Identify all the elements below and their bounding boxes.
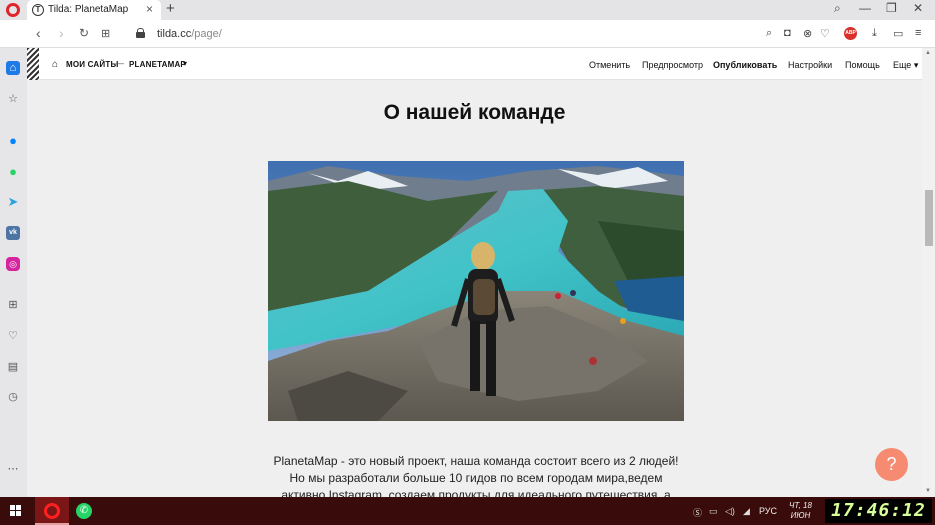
help-link[interactable]: Помощь (845, 60, 880, 70)
home-icon[interactable]: ⌂ (52, 59, 58, 70)
web-page: ⌂ МОИ САЙТЫ — PLANETAMAP ▾ Отменить Пред… (27, 48, 922, 497)
taskbar-whatsapp-icon[interactable]: ✆ (76, 503, 92, 519)
search-tabs-icon[interactable]: ⌕ (834, 1, 841, 16)
tray-volume-icon[interactable]: ◁) (725, 506, 735, 517)
download-icon[interactable]: ⤓ (872, 27, 877, 40)
news-icon[interactable]: ▤ (6, 360, 20, 374)
date-weekday: ЧТ, 18 (789, 501, 812, 510)
taskbar-date[interactable]: ЧТ, 18 ИЮН (789, 501, 812, 521)
new-tab-icon[interactable]: + (166, 0, 175, 17)
breadcrumb-project[interactable]: PLANETAMAP (129, 60, 186, 69)
star-icon[interactable]: ☆ (6, 92, 20, 106)
scroll-down-icon[interactable]: ▼ (925, 488, 931, 494)
close-window-icon[interactable]: ✕ (913, 1, 923, 15)
opera-menu-icon[interactable] (6, 3, 20, 17)
tab-tilda[interactable]: T Tilda: PlanetaMap × (27, 0, 161, 20)
tray-skype-icon[interactable]: Ⓢ (693, 506, 702, 519)
back-icon[interactable]: ‹ (36, 25, 41, 41)
taskbar-opera-icon[interactable] (35, 497, 69, 525)
minimize-icon[interactable]: — (859, 1, 871, 15)
breadcrumb-separator: — (115, 58, 124, 68)
tab-close-icon[interactable]: × (146, 2, 153, 16)
maximize-icon[interactable]: ❐ (886, 1, 897, 15)
url-path: /page/ (191, 28, 222, 40)
address-bar: ‹ › ↻ ⊞ tilda.cc/page/ ⌕ ◘ ⊗ ♡ ABP ⤓ ▭ ≡ (0, 20, 935, 48)
adblock-icon[interactable]: ⊗ (803, 27, 812, 40)
tray-network-icon[interactable]: ◢ (743, 506, 750, 517)
abp-extension-icon[interactable]: ABP (844, 27, 857, 40)
bookmarks-heart-icon[interactable]: ♡ (6, 329, 20, 343)
reload-icon[interactable]: ↻ (79, 26, 89, 40)
instagram-icon[interactable]: ◎ (6, 257, 20, 271)
speed-dial-icon[interactable]: ⊞ (101, 27, 110, 40)
battery-icon[interactable]: ▭ (893, 27, 903, 40)
landscape-illustration (268, 161, 684, 421)
about-paragraph: PlanetaMap - это новый проект, наша кома… (273, 454, 679, 497)
start-button[interactable] (0, 497, 31, 525)
chevron-down-icon[interactable]: ▾ (183, 59, 187, 68)
tab-bar: T Tilda: PlanetaMap × + ⌕ — ❐ ✕ (0, 0, 935, 20)
browser-window: T Tilda: PlanetaMap × + ⌕ — ❐ ✕ ‹ › ↻ ⊞ … (0, 0, 935, 525)
camera-icon[interactable]: ◘ (784, 27, 791, 39)
url-field[interactable]: tilda.cc/page/ (157, 28, 222, 40)
opera-sidebar: ⌂ ☆ ● ● ➤ vk ◎ ⊞ ♡ ▤ ◷ ⋯ (0, 48, 27, 497)
tilda-logo-strip[interactable] (27, 48, 39, 80)
scroll-up-icon[interactable]: ▲ (925, 50, 931, 56)
tilda-editor-header: ⌂ МОИ САЙТЫ — PLANETAMAP ▾ Отменить Пред… (27, 48, 922, 80)
lock-icon[interactable] (136, 28, 145, 38)
scroll-thumb[interactable] (925, 190, 933, 246)
search-icon[interactable]: ⌕ (766, 27, 772, 40)
tilda-favicon-icon: T (32, 4, 44, 16)
page-scrollbar[interactable]: ▲ ▼ (922, 48, 935, 497)
more-link[interactable]: Еще ▾ (893, 60, 918, 71)
messenger-icon[interactable]: ● (6, 134, 20, 148)
windows-taskbar: ✆ Ⓢ ▭ ◁) ◢ РУС ЧТ, 18 ИЮН 17:46:12 (0, 497, 935, 525)
whatsapp-icon[interactable]: ● (6, 165, 20, 179)
forward-icon[interactable]: › (59, 25, 64, 41)
page-title: О нашей команде (383, 101, 566, 124)
date-month: ИЮН (790, 511, 811, 520)
keyboard-language[interactable]: РУС (759, 506, 777, 516)
telegram-icon[interactable]: ➤ (6, 195, 20, 209)
publish-link[interactable]: Опубликовать (713, 60, 777, 70)
home-icon[interactable]: ⌂ (6, 61, 20, 75)
tab-title: Tilda: PlanetaMap (48, 4, 129, 15)
desktop-clock[interactable]: 17:46:12 (825, 499, 932, 523)
team-photo (268, 161, 684, 421)
vk-icon[interactable]: vk (6, 226, 20, 240)
undo-link[interactable]: Отменить (589, 60, 630, 70)
breadcrumb-my-sites[interactable]: МОИ САЙТЫ (66, 60, 118, 69)
heart-icon[interactable]: ♡ (820, 27, 830, 40)
settings-link[interactable]: Настройки (788, 60, 832, 70)
more-icon[interactable]: ⋯ (6, 462, 20, 476)
apps-icon[interactable]: ⊞ (6, 298, 20, 312)
history-icon[interactable]: ◷ (6, 390, 20, 404)
help-question-button[interactable]: ? (875, 448, 908, 481)
menu-icon[interactable]: ≡ (915, 27, 921, 39)
url-host: tilda.cc (157, 28, 192, 40)
tray-battery-icon[interactable]: ▭ (709, 506, 718, 517)
preview-link[interactable]: Предпросмотр (642, 60, 703, 70)
